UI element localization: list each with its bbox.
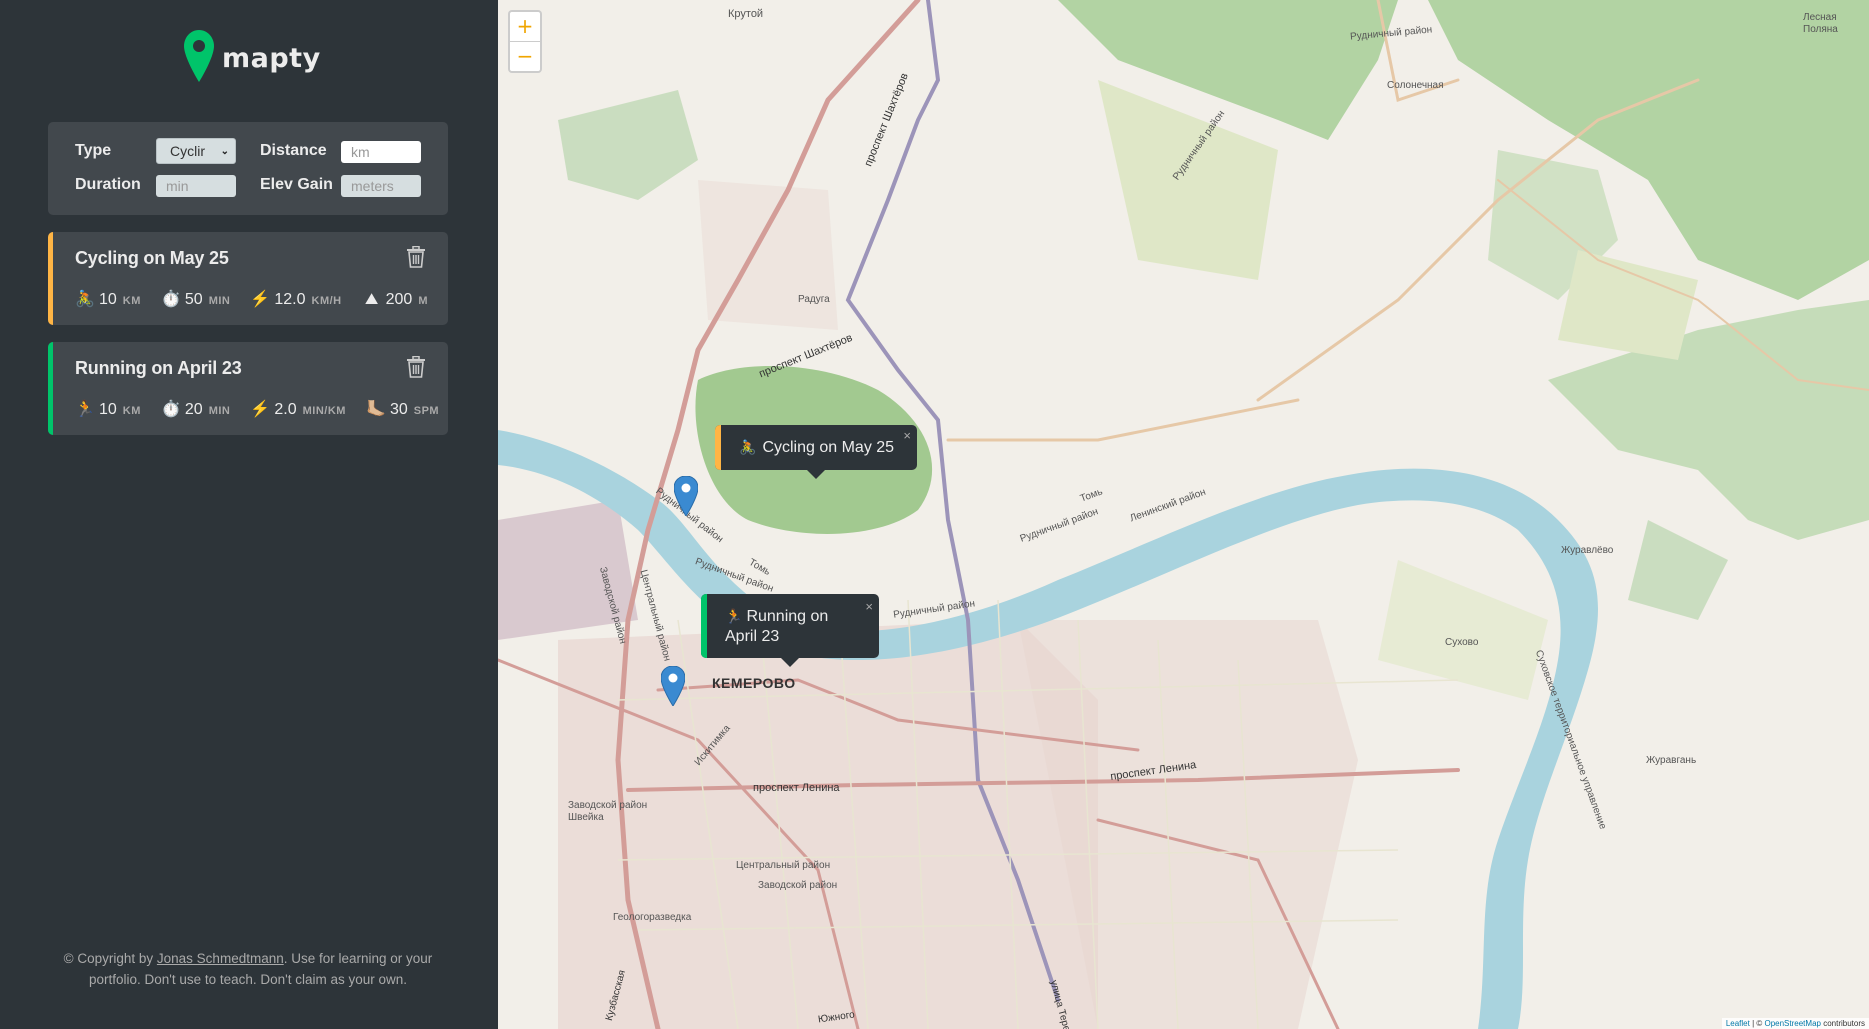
workout-detail-distance: 🚴 10 km xyxy=(75,289,141,309)
detail-value: 12.0 xyxy=(274,291,306,308)
osm-link[interactable]: OpenStreetMap xyxy=(1764,1019,1820,1028)
mountain-icon: ⛰ xyxy=(364,291,379,308)
duration-input[interactable]: min xyxy=(156,175,236,197)
distance-input[interactable]: km xyxy=(341,141,421,163)
workout-type-bar xyxy=(48,342,53,435)
workout-detail-duration: ⏱️ 50 min xyxy=(161,289,230,309)
stopwatch-icon: ⏱️ xyxy=(160,401,181,418)
map-label: Заводской район Швейка xyxy=(568,800,648,823)
app-logo: mapty xyxy=(184,30,321,82)
type-label: Type xyxy=(75,142,112,159)
runner-icon: 🏃 xyxy=(75,401,95,418)
workout-detail-speed: ⚡️ 12.0 km/h xyxy=(250,289,341,309)
map-label: Геологоразведка xyxy=(613,912,692,923)
elev-gain-placeholder: meters xyxy=(351,178,394,194)
map-label: Центральный район xyxy=(736,860,831,871)
map-label: Солонечная xyxy=(1387,80,1444,91)
detail-unit: km xyxy=(122,405,141,417)
detail-unit: min xyxy=(208,405,231,417)
workout-type-bar xyxy=(48,232,53,325)
detail-value: 30 xyxy=(389,401,408,418)
map-label: Заводской район xyxy=(758,880,838,891)
type-select[interactable]: Cyclir ⌄ xyxy=(156,138,236,164)
map-label: Лесная Поляна xyxy=(1803,12,1838,35)
app-name: mapty xyxy=(222,42,321,74)
detail-value: 20 xyxy=(184,401,203,418)
close-icon[interactable]: × xyxy=(903,428,911,443)
map-tiles[interactable] xyxy=(498,0,1869,1029)
attribution-sep: | © xyxy=(1749,1019,1765,1028)
map-attribution: Leaflet | © OpenStreetMap contributors xyxy=(1721,1018,1869,1029)
workout-form: Type Cyclir ⌄ Distance km Duration min E… xyxy=(48,122,448,215)
detail-value: 10 xyxy=(99,401,117,418)
city-label: КЕМЕРОВО xyxy=(712,675,796,691)
sidebar: mapty Type Cyclir ⌄ Distance km Duration… xyxy=(0,0,498,1029)
distance-label: Distance xyxy=(260,142,327,159)
bicycle-icon: 🚴 xyxy=(75,291,95,308)
map-label: Радуга xyxy=(798,294,830,305)
workout-card-cycling[interactable]: Cycling on May 25 🚴 10 km ⏱️ 50 min ⚡️ 1… xyxy=(48,232,448,325)
workout-detail-duration: ⏱️ 20 min xyxy=(161,399,230,419)
copyright: © Copyright by Jonas Schmedtmann. Use fo… xyxy=(48,948,448,990)
map-label: Сухово xyxy=(1445,637,1479,648)
map-label: проспект Ленина xyxy=(753,782,840,794)
map[interactable]: Крутой Лесная Поляна Рудничный район Сол… xyxy=(498,0,1869,1029)
detail-value: 2.0 xyxy=(274,401,297,418)
workout-detail-cadence: 🦶🏼 30 spm xyxy=(366,399,439,419)
workout-detail-distance: 🏃 10 km xyxy=(75,399,141,419)
popup-type-bar xyxy=(701,594,707,658)
workout-title: Running on April 23 xyxy=(75,358,242,378)
leaflet-link[interactable]: Leaflet xyxy=(1726,1019,1750,1028)
trash-icon[interactable] xyxy=(406,246,426,268)
workout-detail-elevation: ⛰ 200 m xyxy=(362,291,428,309)
elev-gain-label: Elev Gain xyxy=(260,176,333,193)
detail-value: 50 xyxy=(184,291,203,308)
attribution-suffix: contributors xyxy=(1820,1019,1865,1028)
workout-popup-running[interactable]: 🏃 Running on April 23 × xyxy=(701,594,879,667)
runner-icon: 🏃 xyxy=(725,607,743,624)
detail-unit: min xyxy=(208,295,231,307)
map-label: Крутой xyxy=(728,8,764,20)
detail-value: 10 xyxy=(99,291,117,308)
detail-value: 200 xyxy=(385,291,413,308)
popup-label: Cycling on May 25 xyxy=(762,438,895,456)
stopwatch-icon: ⏱️ xyxy=(160,291,181,308)
detail-unit: spm xyxy=(413,405,440,417)
lightning-icon: ⚡️ xyxy=(250,401,271,418)
map-marker-icon[interactable] xyxy=(674,476,698,516)
popup-tip xyxy=(781,658,799,667)
workout-popup-cycling[interactable]: 🚴 Cycling on May 25 × xyxy=(715,425,917,479)
map-label: Журавлёво xyxy=(1561,545,1614,556)
duration-placeholder: min xyxy=(166,178,189,194)
detail-unit: min/km xyxy=(302,405,346,417)
popup-tip xyxy=(807,470,825,479)
workout-card-running[interactable]: Running on April 23 🏃 10 km ⏱️ 20 min ⚡️… xyxy=(48,342,448,435)
trash-icon[interactable] xyxy=(406,356,426,378)
workout-detail-pace: ⚡️ 2.0 min/km xyxy=(250,399,346,419)
lightning-icon: ⚡️ xyxy=(250,291,271,308)
copyright-prefix: © Copyright by xyxy=(63,951,157,966)
detail-unit: m xyxy=(418,295,428,307)
popup-type-bar xyxy=(715,425,721,470)
author-link[interactable]: Jonas Schmedtmann xyxy=(157,951,284,966)
close-icon[interactable]: × xyxy=(865,597,873,617)
map-label: Журавгань xyxy=(1646,755,1697,766)
workout-title: Cycling on May 25 xyxy=(75,248,229,268)
map-pin-logo-icon xyxy=(184,30,214,82)
chevron-down-icon: ⌄ xyxy=(220,145,229,157)
distance-placeholder: km xyxy=(351,144,370,160)
detail-unit: km xyxy=(122,295,141,307)
zoom-control: + − xyxy=(508,10,542,73)
duration-label: Duration xyxy=(75,176,141,193)
detail-unit: km/h xyxy=(311,295,342,307)
workout-details: 🚴 10 km ⏱️ 50 min ⚡️ 12.0 km/h ⛰ 200 m xyxy=(75,289,448,309)
zoom-in-button[interactable]: + xyxy=(510,12,540,42)
bicycle-icon: 🚴 xyxy=(739,439,757,455)
zoom-out-button[interactable]: − xyxy=(510,42,540,72)
elev-gain-input[interactable]: meters xyxy=(341,175,421,197)
workout-details: 🏃 10 km ⏱️ 20 min ⚡️ 2.0 min/km 🦶🏼 30 sp… xyxy=(75,399,448,419)
map-marker-icon[interactable] xyxy=(661,666,685,706)
footprint-icon: 🦶🏼 xyxy=(365,401,386,418)
type-select-value: Cyclir xyxy=(170,143,205,159)
